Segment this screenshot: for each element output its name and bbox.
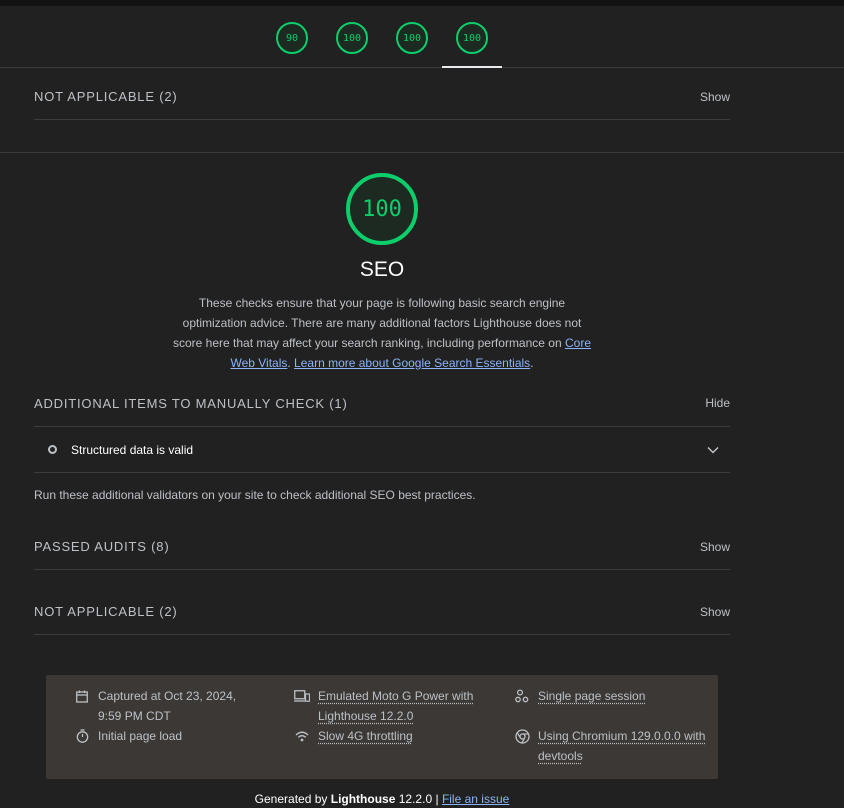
category-description: These checks ensure that your page is fo… xyxy=(172,293,592,373)
description-text: These checks ensure that your page is fo… xyxy=(172,296,582,350)
page-session[interactable]: Single page session xyxy=(514,686,714,706)
stopwatch-icon xyxy=(74,728,90,744)
manual-check-group[interactable]: ADDITIONAL ITEMS TO MANUALLY CHECK (1) H… xyxy=(34,380,730,426)
device-text[interactable]: Emulated Moto G Power with Lighthouse 12… xyxy=(318,686,494,726)
product-name: Lighthouse xyxy=(330,792,396,806)
chrome-icon xyxy=(514,728,530,744)
structured-data-audit[interactable]: Structured data is valid xyxy=(34,426,730,473)
runtime-environment-box: Captured at Oct 23, 2024, 9:59 PM CDT In… xyxy=(46,675,718,779)
calendar-icon xyxy=(74,688,90,704)
not-applicable-group[interactable]: NOT APPLICABLE (2) Show xyxy=(34,589,730,635)
seo-category-gauge: 100 xyxy=(346,173,418,245)
capture-time: Captured at Oct 23, 2024, 9:59 PM CDT xyxy=(74,686,254,726)
group-title: ADDITIONAL ITEMS TO MANUALLY CHECK (1) xyxy=(34,395,348,411)
capture-time-text: Captured at Oct 23, 2024, 9:59 PM CDT xyxy=(98,689,237,723)
best-practices-score-gauge[interactable]: 100 xyxy=(396,22,428,54)
session-icon xyxy=(514,688,530,704)
session-text[interactable]: Single page session xyxy=(538,686,645,706)
manual-group-description: Run these additional validators on your … xyxy=(34,488,476,502)
browser-text[interactable]: Using Chromium 129.0.0.0 with devtools xyxy=(538,726,714,766)
initial-page-load: Initial page load xyxy=(74,726,254,746)
group-title: PASSED AUDITS (8) xyxy=(34,539,170,554)
active-tab-indicator xyxy=(442,66,502,68)
group-title: NOT APPLICABLE (2) xyxy=(34,89,178,104)
passed-audits-group[interactable]: PASSED AUDITS (8) Show xyxy=(34,524,730,570)
seo-score-gauge[interactable]: 100 xyxy=(456,22,488,54)
chevron-down-icon[interactable] xyxy=(704,441,722,459)
category-title: SEO xyxy=(359,258,405,281)
show-toggle[interactable]: Show xyxy=(700,90,730,104)
emulated-device[interactable]: Emulated Moto G Power with Lighthouse 12… xyxy=(294,686,494,726)
audit-title: Structured data is valid xyxy=(71,442,194,457)
generated-by-text: Generated by xyxy=(254,792,328,806)
footer-separator: | xyxy=(435,792,439,806)
accessibility-score-gauge[interactable]: 100 xyxy=(336,22,368,54)
product-version: 12.2.0 xyxy=(398,792,433,806)
page-load-text: Initial page load xyxy=(98,729,183,743)
devices-icon xyxy=(294,688,310,704)
hide-toggle[interactable]: Hide xyxy=(705,396,730,410)
not-applicable-group-previous[interactable]: NOT APPLICABLE (2) Show xyxy=(34,74,730,120)
performance-score-gauge[interactable]: 90 xyxy=(276,22,308,54)
section-divider xyxy=(0,152,844,153)
generated-by-footer: Generated by Lighthouse 12.2.0 | File an… xyxy=(0,792,764,806)
network-throttling[interactable]: Slow 4G throttling xyxy=(294,726,494,746)
search-essentials-link[interactable]: Learn more about Google Search Essential… xyxy=(294,356,530,370)
wifi-signal-icon xyxy=(294,728,310,744)
group-title: NOT APPLICABLE (2) xyxy=(34,604,178,619)
file-issue-link[interactable]: File an issue xyxy=(442,792,509,806)
browser-version[interactable]: Using Chromium 129.0.0.0 with devtools xyxy=(514,726,714,766)
manual-audit-circle-icon xyxy=(48,445,57,454)
show-toggle[interactable]: Show xyxy=(700,605,730,619)
description-end: . xyxy=(530,356,534,370)
score-header: 90 100 100 100 xyxy=(0,6,844,68)
throttling-text[interactable]: Slow 4G throttling xyxy=(318,726,413,746)
show-toggle[interactable]: Show xyxy=(700,540,730,554)
